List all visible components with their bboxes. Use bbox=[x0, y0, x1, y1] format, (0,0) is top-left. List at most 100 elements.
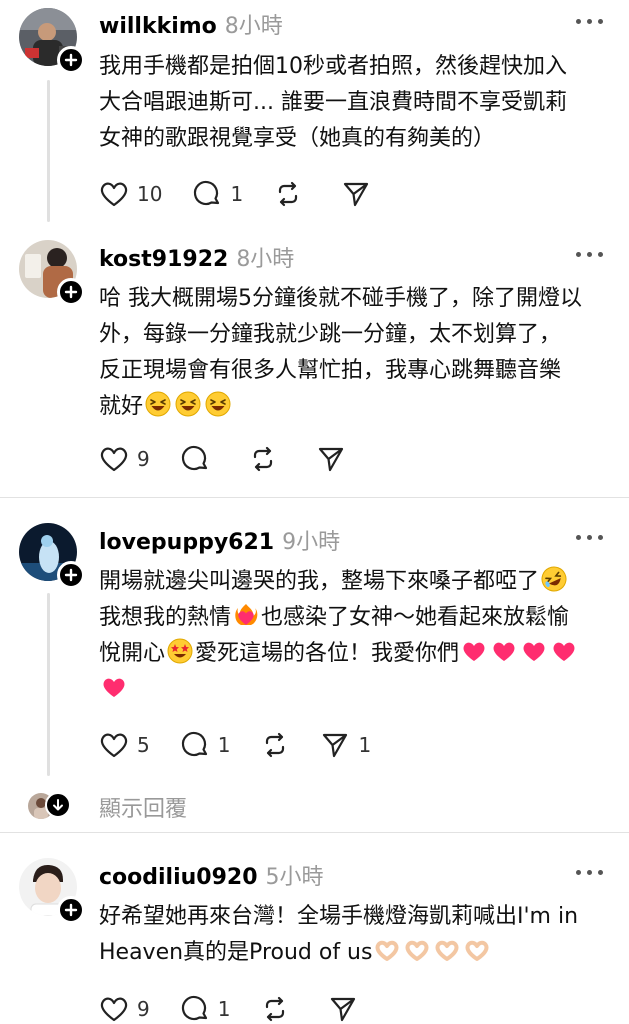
post-body: 我用手機都是拍個10秒或者拍照，然後趕快加入 大合唱跟迪斯可... 誰要一直浪費… bbox=[99, 49, 614, 157]
star-struck-emoji-icon bbox=[167, 638, 193, 664]
timestamp: 9小時 bbox=[282, 530, 341, 555]
heart-hands-emoji-icon bbox=[374, 937, 400, 963]
thread-line bbox=[47, 593, 50, 776]
show-replies-label[interactable]: 顯示回覆 bbox=[99, 791, 187, 823]
reply-button[interactable] bbox=[180, 444, 218, 474]
post-text-line: 外，每錄一分鐘我就少跳一分鐘，太不划算了， bbox=[99, 322, 562, 347]
heart-hands-emoji-icon bbox=[404, 937, 430, 963]
username[interactable]: kost91922 bbox=[99, 247, 228, 272]
post-body: 開場就邊尖叫邊哭的我，整場下來嗓子都啞了 我想我的熱情 也感染了女神～她看起來放鬆… bbox=[99, 564, 614, 708]
laughing-emoji-icon bbox=[205, 391, 231, 417]
repost-icon bbox=[260, 730, 290, 760]
follow-plus-icon[interactable] bbox=[57, 561, 85, 589]
timestamp: 5小時 bbox=[265, 865, 324, 890]
repost-button[interactable] bbox=[273, 179, 311, 209]
heart-on-fire-emoji-icon bbox=[233, 602, 259, 628]
post-text-line: 哈 我大概開場5分鐘後就不碰手機了，除了開燈以 bbox=[99, 286, 582, 311]
post-divider bbox=[0, 832, 629, 833]
like-count: 9 bbox=[137, 997, 150, 1021]
avatar-wrap[interactable] bbox=[19, 523, 85, 589]
timestamp: 8小時 bbox=[236, 247, 295, 272]
post-text-segment: 就好 bbox=[99, 394, 144, 419]
post-divider bbox=[0, 497, 629, 498]
share-button[interactable]: 1 bbox=[320, 730, 371, 760]
heart-hands-emoji-icon bbox=[464, 937, 490, 963]
username[interactable]: willkkimo bbox=[99, 14, 217, 39]
post-text-line-with-emoji: 我想我的熱情 也感染了女神～她看起來放鬆愉 bbox=[99, 600, 614, 636]
send-icon bbox=[316, 444, 346, 474]
like-count: 5 bbox=[137, 733, 150, 757]
repost-button[interactable] bbox=[260, 994, 298, 1024]
share-count: 1 bbox=[358, 733, 372, 757]
follow-plus-icon[interactable] bbox=[57, 46, 85, 74]
follow-plus-icon[interactable] bbox=[57, 896, 85, 924]
post-actions: 9 bbox=[99, 444, 376, 474]
thread-line bbox=[47, 80, 50, 222]
arrow-down-icon bbox=[45, 792, 71, 818]
share-button[interactable] bbox=[328, 994, 358, 1024]
more-icon[interactable] bbox=[576, 252, 603, 257]
post-text-segment: 悅開心 bbox=[99, 641, 166, 666]
repost-button[interactable] bbox=[248, 444, 286, 474]
like-button[interactable]: 9 bbox=[99, 994, 150, 1024]
like-count: 10 bbox=[137, 182, 163, 206]
like-button[interactable]: 5 bbox=[99, 730, 150, 760]
heart-icon bbox=[99, 730, 129, 760]
like-button[interactable]: 9 bbox=[99, 444, 150, 474]
username[interactable]: coodiliu0920 bbox=[99, 865, 258, 890]
repost-button[interactable] bbox=[260, 730, 290, 760]
reply-count: 1 bbox=[217, 733, 231, 757]
pink-heart-emoji-icon bbox=[101, 674, 127, 700]
post-text-segment: 開場就邊尖叫邊哭的我，整場下來嗓子都啞了 bbox=[99, 569, 540, 594]
reply-button[interactable]: 1 bbox=[180, 730, 231, 760]
heart-icon bbox=[99, 994, 129, 1024]
heart-icon bbox=[99, 444, 129, 474]
send-icon bbox=[320, 730, 350, 760]
post-body: 哈 我大概開場5分鐘後就不碰手機了，除了開燈以 外，每錄一分鐘我就少跳一分鐘，太… bbox=[99, 281, 614, 425]
pink-heart-emoji-icon bbox=[491, 638, 517, 664]
avatar-wrap[interactable] bbox=[19, 8, 85, 74]
avatar-wrap[interactable] bbox=[19, 858, 85, 924]
more-icon[interactable] bbox=[576, 870, 603, 875]
post-text-segment: Heaven真的是Proud of us bbox=[99, 940, 373, 965]
reply-button[interactable]: 1 bbox=[192, 179, 243, 209]
post-body: 好希望她再來台灣！全場手機燈海凱莉喊出I'm in Heaven真的是Proud… bbox=[99, 899, 614, 971]
post-actions: 5 1 1 bbox=[99, 730, 401, 760]
more-icon[interactable] bbox=[576, 535, 603, 540]
reply-count: 1 bbox=[230, 182, 244, 206]
post-text-line-with-emoji: 悅開心 愛死這場的各位！我愛你們 bbox=[99, 636, 614, 672]
laughing-emoji-icon bbox=[175, 391, 201, 417]
post-text-line: 我用手機都是拍個10秒或者拍照，然後趕快加入 bbox=[99, 54, 567, 79]
more-icon[interactable] bbox=[576, 19, 603, 24]
comment-icon bbox=[180, 730, 210, 760]
post-text-line: 女神的歌跟視覺享受（她真的有夠美的） bbox=[99, 126, 496, 151]
reply-count: 1 bbox=[217, 997, 231, 1021]
post-header: lovepuppy621 9小時 bbox=[99, 524, 340, 556]
post-actions: 10 1 bbox=[99, 179, 401, 209]
post-text-line: 反正現場會有很多人幫忙拍，我專心跳舞聽音樂 bbox=[99, 358, 562, 383]
post-actions: 9 1 bbox=[99, 994, 388, 1024]
post-text-line: 大合唱跟迪斯可... 誰要一直浪費時間不享受凱莉 bbox=[99, 90, 567, 115]
heart-icon bbox=[99, 179, 129, 209]
post-header: kost91922 8小時 bbox=[99, 241, 294, 273]
show-replies-row[interactable]: 顯示回覆 bbox=[0, 788, 629, 824]
username[interactable]: lovepuppy621 bbox=[99, 530, 274, 555]
heart-hands-emoji-icon bbox=[434, 937, 460, 963]
post-text-line: 好希望她再來台灣！全場手機燈海凱莉喊出I'm in bbox=[99, 904, 579, 929]
reply-button[interactable]: 1 bbox=[180, 994, 231, 1024]
comment-icon bbox=[180, 444, 210, 474]
share-button[interactable] bbox=[341, 179, 371, 209]
follow-plus-icon[interactable] bbox=[57, 278, 85, 306]
like-button[interactable]: 10 bbox=[99, 179, 162, 209]
avatar-wrap[interactable] bbox=[19, 240, 85, 306]
pink-heart-emoji-icon bbox=[551, 638, 577, 664]
post-text-line-with-emoji: 就好 bbox=[99, 389, 614, 425]
post-text-line-with-emoji: 開場就邊尖叫邊哭的我，整場下來嗓子都啞了 bbox=[99, 564, 614, 600]
comment-icon bbox=[192, 179, 222, 209]
share-button[interactable] bbox=[316, 444, 346, 474]
post-text-segment: 愛死這場的各位！我愛你們 bbox=[195, 641, 460, 666]
repost-icon bbox=[273, 179, 303, 209]
send-icon bbox=[328, 994, 358, 1024]
like-count: 9 bbox=[137, 447, 150, 471]
pink-heart-emoji-icon bbox=[461, 638, 487, 664]
